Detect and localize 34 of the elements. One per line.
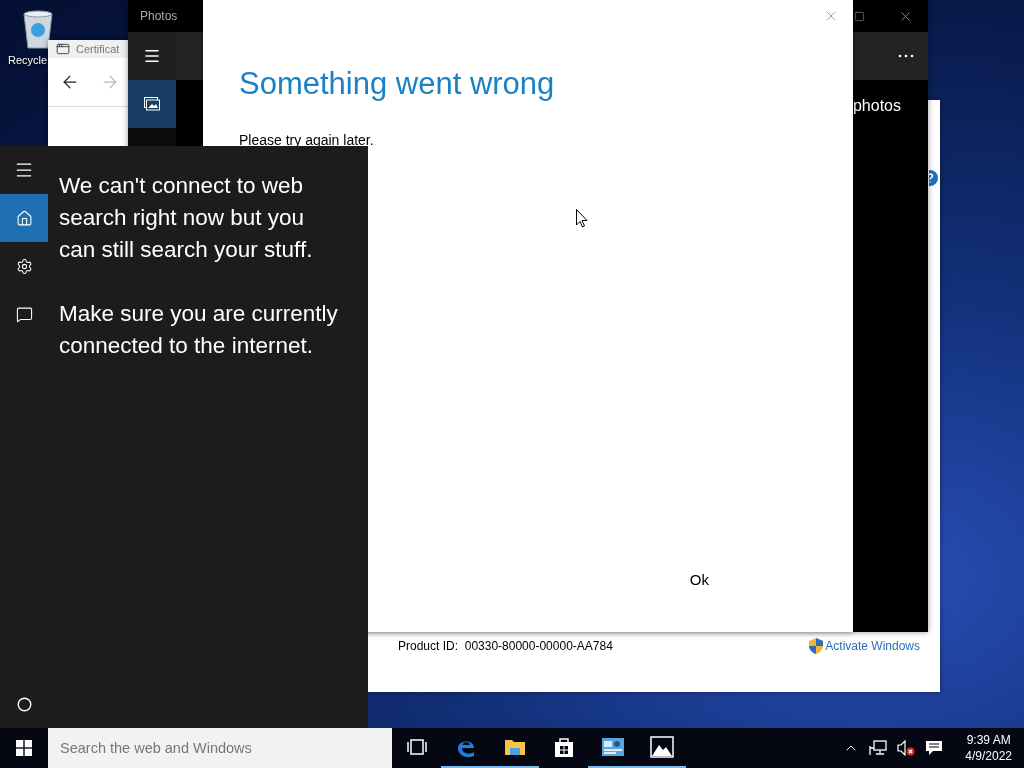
photo-collection-icon (144, 97, 160, 111)
windows-logo-icon (16, 740, 32, 756)
help-icon[interactable] (929, 170, 938, 186)
menu-icon (143, 47, 161, 65)
shield-icon (809, 638, 824, 654)
dialog-title: Something went wrong (239, 66, 556, 102)
section-heading: photos (852, 97, 901, 115)
shopping-bag-icon (553, 736, 574, 758)
mouse-cursor-icon (576, 209, 588, 228)
cortana-circle-icon[interactable] (16, 696, 32, 712)
window-title: Certificat (76, 43, 120, 55)
message-text: We can't connect to web search right now but you can still search your stuff. (59, 172, 314, 264)
window-title: Photos (140, 9, 178, 23)
more-icon[interactable] (898, 54, 914, 58)
clock-time[interactable]: 9:39 AM (966, 732, 1011, 748)
desktop-icon-label[interactable]: Recycle (8, 54, 48, 66)
maximize-icon (853, 10, 865, 22)
control-panel-icon (601, 738, 624, 756)
product-id-text: Product ID: 00330-80000-00000-AA784 (398, 639, 613, 653)
mountain-picture-icon (649, 736, 674, 758)
ok-button[interactable]: Ok (679, 567, 719, 592)
feedback-icon (15, 305, 33, 323)
nav-button[interactable] (128, 32, 176, 80)
task-view-icon (406, 739, 427, 755)
settings-icon (15, 257, 33, 275)
nav-button[interactable] (128, 80, 176, 128)
activate-windows-link[interactable]: Activate Windows (809, 638, 920, 654)
search-field[interactable]: Search the web and Windows (48, 728, 392, 768)
message-text: Make sure you are currently connected to the internet. (59, 300, 339, 360)
window-icon (56, 42, 70, 56)
folder-icon (503, 737, 526, 757)
home-icon (15, 209, 33, 227)
clock-date[interactable]: 4/9/2022 (965, 748, 1012, 764)
network-icon[interactable] (867, 738, 890, 758)
